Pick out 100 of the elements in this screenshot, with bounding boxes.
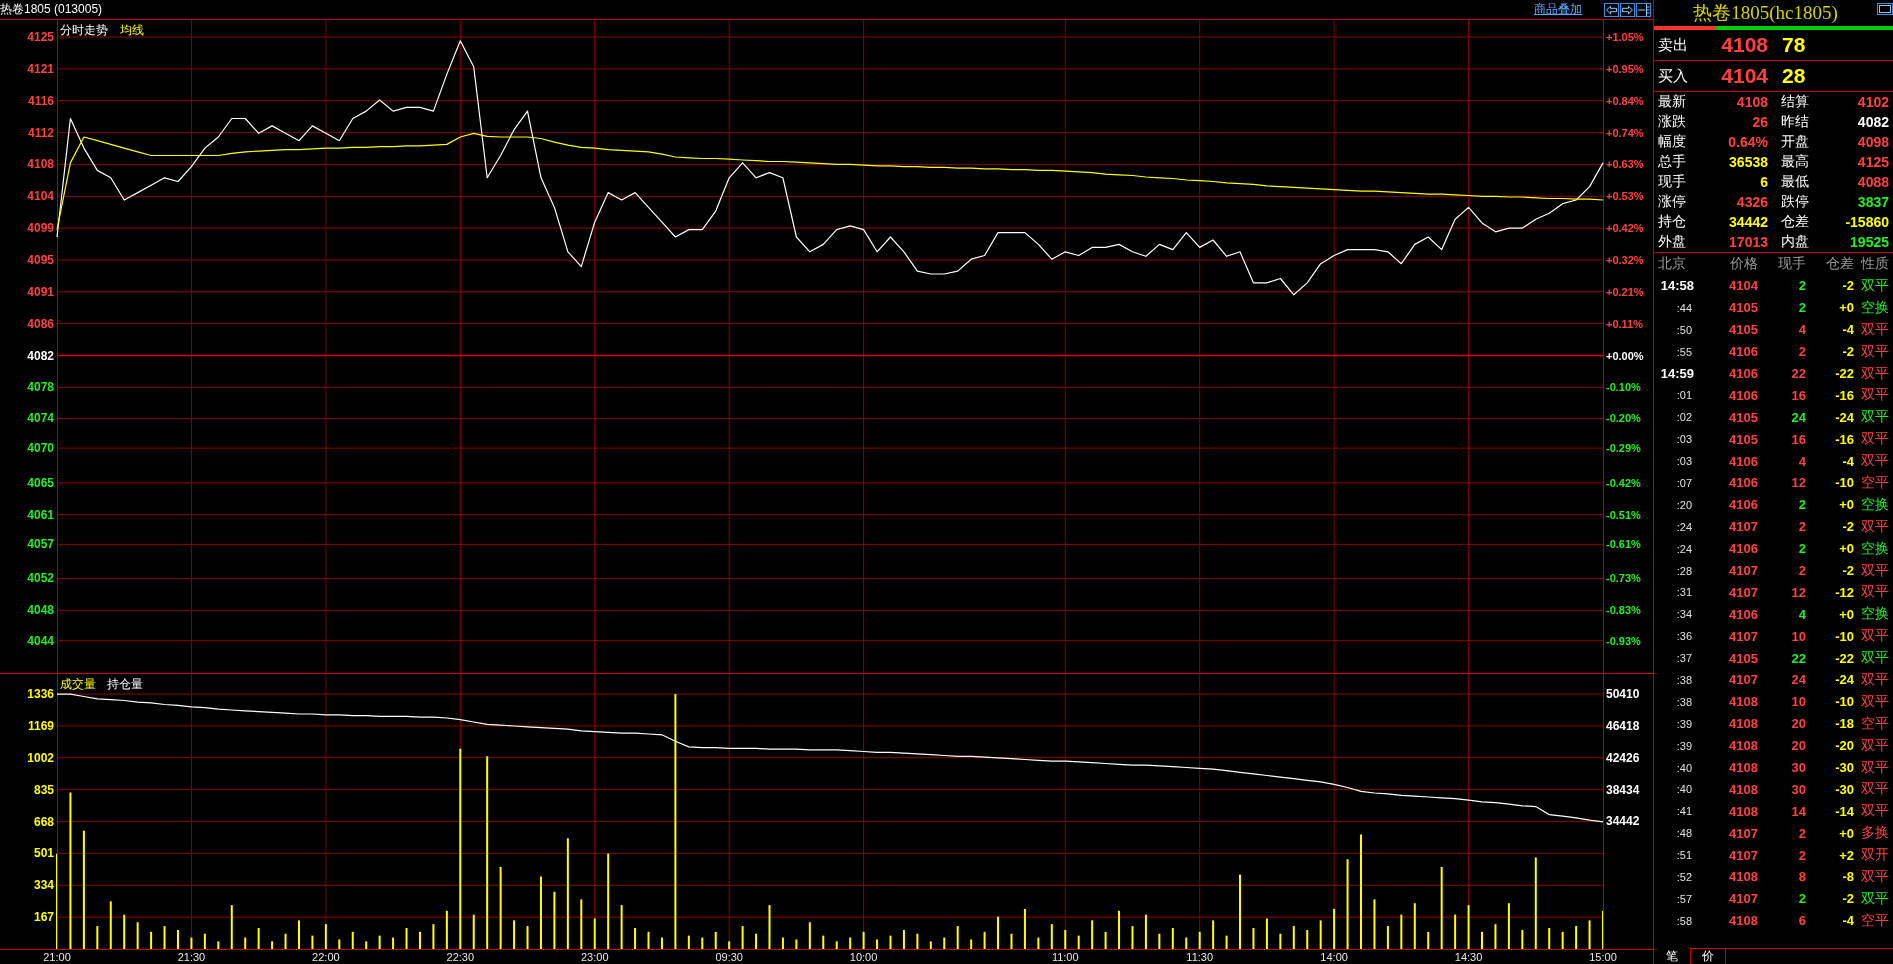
price-axis-label: 4070 bbox=[27, 441, 54, 456]
open-interest-axis-label: 50410 bbox=[1606, 687, 1640, 701]
percent-change-label: -0.10% bbox=[1606, 381, 1641, 394]
trade-time: :02 bbox=[1675, 411, 1693, 424]
trade-volume: 10 bbox=[1790, 628, 1806, 644]
trade-volume: 2 bbox=[1797, 344, 1806, 360]
stat-label: 涨跌 bbox=[1658, 113, 1687, 131]
price-axis-label: 4048 bbox=[27, 603, 54, 618]
trade-time: :58 bbox=[1675, 914, 1693, 927]
stat-label: 内盘 bbox=[1780, 233, 1810, 251]
trade-time: :03 bbox=[1675, 433, 1693, 446]
trade-price: 4107 bbox=[1728, 628, 1758, 644]
trade-nature: 空平 bbox=[1860, 714, 1889, 733]
trade-price: 4105 bbox=[1728, 300, 1758, 316]
column-header: 现手 bbox=[1777, 255, 1806, 273]
trade-time: :01 bbox=[1675, 389, 1693, 402]
stat-label: 外盘 bbox=[1658, 233, 1687, 251]
trade-volume: 8 bbox=[1797, 869, 1806, 885]
position-change: -22 bbox=[1834, 650, 1854, 666]
trade-price: 4104 bbox=[1728, 278, 1758, 294]
trade-price: 4108 bbox=[1728, 913, 1758, 929]
order-volume: 28 bbox=[1781, 64, 1807, 88]
position-change: +0 bbox=[1838, 825, 1854, 841]
stat-value: 4326 bbox=[1735, 194, 1768, 210]
legend-label: 持仓量 bbox=[107, 677, 143, 691]
percent-change-label: -0.93% bbox=[1606, 634, 1641, 647]
position-change: -20 bbox=[1834, 738, 1854, 754]
percent-change-label: -0.29% bbox=[1606, 442, 1641, 455]
position-change: -30 bbox=[1834, 760, 1854, 776]
percent-change-label: -0.42% bbox=[1606, 476, 1641, 489]
trade-time: 14:58 bbox=[1659, 278, 1695, 294]
stat-label: 仓差 bbox=[1780, 213, 1810, 231]
percent-change-label: +0.74% bbox=[1606, 126, 1644, 139]
stat-value: 4082 bbox=[1856, 114, 1889, 130]
trade-nature: 双平 bbox=[1860, 802, 1889, 821]
trade-price: 4106 bbox=[1728, 344, 1758, 360]
time-axis-label: 21:30 bbox=[177, 951, 206, 963]
stat-value: 4098 bbox=[1856, 134, 1889, 150]
trade-nature: 双平 bbox=[1860, 758, 1889, 777]
stat-value: 0.64% bbox=[1727, 134, 1768, 150]
trade-time: :38 bbox=[1675, 695, 1693, 708]
trade-volume: 6 bbox=[1797, 913, 1806, 929]
position-change: -10 bbox=[1834, 475, 1854, 491]
position-change: -4 bbox=[1841, 453, 1854, 469]
position-change: -2 bbox=[1841, 278, 1854, 294]
trade-time: :41 bbox=[1675, 805, 1693, 818]
column-header: 性质 bbox=[1859, 255, 1889, 273]
open-interest-axis-label: 42426 bbox=[1606, 750, 1640, 765]
percent-change-label: +0.32% bbox=[1606, 253, 1644, 266]
trade-volume: 22 bbox=[1790, 650, 1806, 666]
contract-title: 热卷1805(hc1805) bbox=[1692, 1, 1839, 25]
position-change: -12 bbox=[1834, 584, 1854, 600]
trade-volume: 24 bbox=[1790, 672, 1806, 688]
trade-volume: 10 bbox=[1790, 694, 1806, 710]
time-axis-label: 15:00 bbox=[1589, 951, 1617, 963]
volume-axis-label: 1336 bbox=[27, 687, 54, 702]
time-axis-label: 21:00 bbox=[43, 951, 71, 963]
stat-value: 4088 bbox=[1856, 174, 1889, 190]
percent-change-label: +1.05% bbox=[1606, 31, 1644, 44]
trade-volume: 20 bbox=[1790, 716, 1806, 732]
time-axis-label: 22:30 bbox=[446, 951, 475, 963]
stat-value: 4125 bbox=[1856, 154, 1889, 170]
trade-nature: 空换 bbox=[1860, 495, 1889, 514]
percent-change-label: +0.42% bbox=[1606, 222, 1644, 235]
position-change: +0 bbox=[1838, 300, 1854, 316]
volume-axis-label: 835 bbox=[33, 782, 54, 797]
trade-volume: 12 bbox=[1790, 584, 1806, 600]
trade-time: :55 bbox=[1675, 345, 1693, 358]
order-side-label: 买入 bbox=[1658, 66, 1689, 86]
stat-value: 19525 bbox=[1849, 234, 1889, 250]
trade-price: 4108 bbox=[1728, 716, 1758, 732]
price-axis-label: 4057 bbox=[27, 537, 54, 552]
trade-price: 4106 bbox=[1728, 366, 1758, 381]
percent-change-label: -0.20% bbox=[1606, 412, 1641, 425]
stat-value: 6 bbox=[1759, 174, 1768, 190]
trade-time: :37 bbox=[1675, 652, 1693, 665]
trade-nature: 空平 bbox=[1860, 473, 1889, 492]
trade-nature: 双平 bbox=[1860, 320, 1889, 339]
trade-volume: 2 bbox=[1797, 541, 1806, 557]
trade-volume: 30 bbox=[1790, 760, 1806, 776]
price-axis-label: 4065 bbox=[27, 475, 54, 490]
percent-change-label: +0.95% bbox=[1606, 62, 1644, 75]
stat-value: 26 bbox=[1751, 114, 1768, 130]
trade-price: 4108 bbox=[1728, 760, 1758, 776]
percent-change-label: -0.73% bbox=[1606, 572, 1641, 585]
order-price: 4108 bbox=[1720, 33, 1768, 57]
position-change: -16 bbox=[1834, 431, 1854, 447]
trade-price: 4107 bbox=[1728, 519, 1758, 535]
position-change: -22 bbox=[1834, 366, 1854, 381]
position-change: -4 bbox=[1841, 913, 1854, 929]
percent-change-label: +0.11% bbox=[1606, 317, 1643, 330]
price-axis-label: 4078 bbox=[27, 380, 54, 395]
time-axis-label: 09:30 bbox=[715, 951, 743, 963]
percent-change-label: +0.53% bbox=[1606, 190, 1644, 203]
stat-label: 跌停 bbox=[1780, 193, 1810, 211]
price-axis-label: 4112 bbox=[27, 125, 54, 140]
trade-volume: 4 bbox=[1797, 322, 1806, 338]
position-change: -2 bbox=[1841, 563, 1854, 578]
trade-nature: 双平 bbox=[1860, 408, 1889, 427]
trade-nature: 双平 bbox=[1860, 649, 1889, 668]
